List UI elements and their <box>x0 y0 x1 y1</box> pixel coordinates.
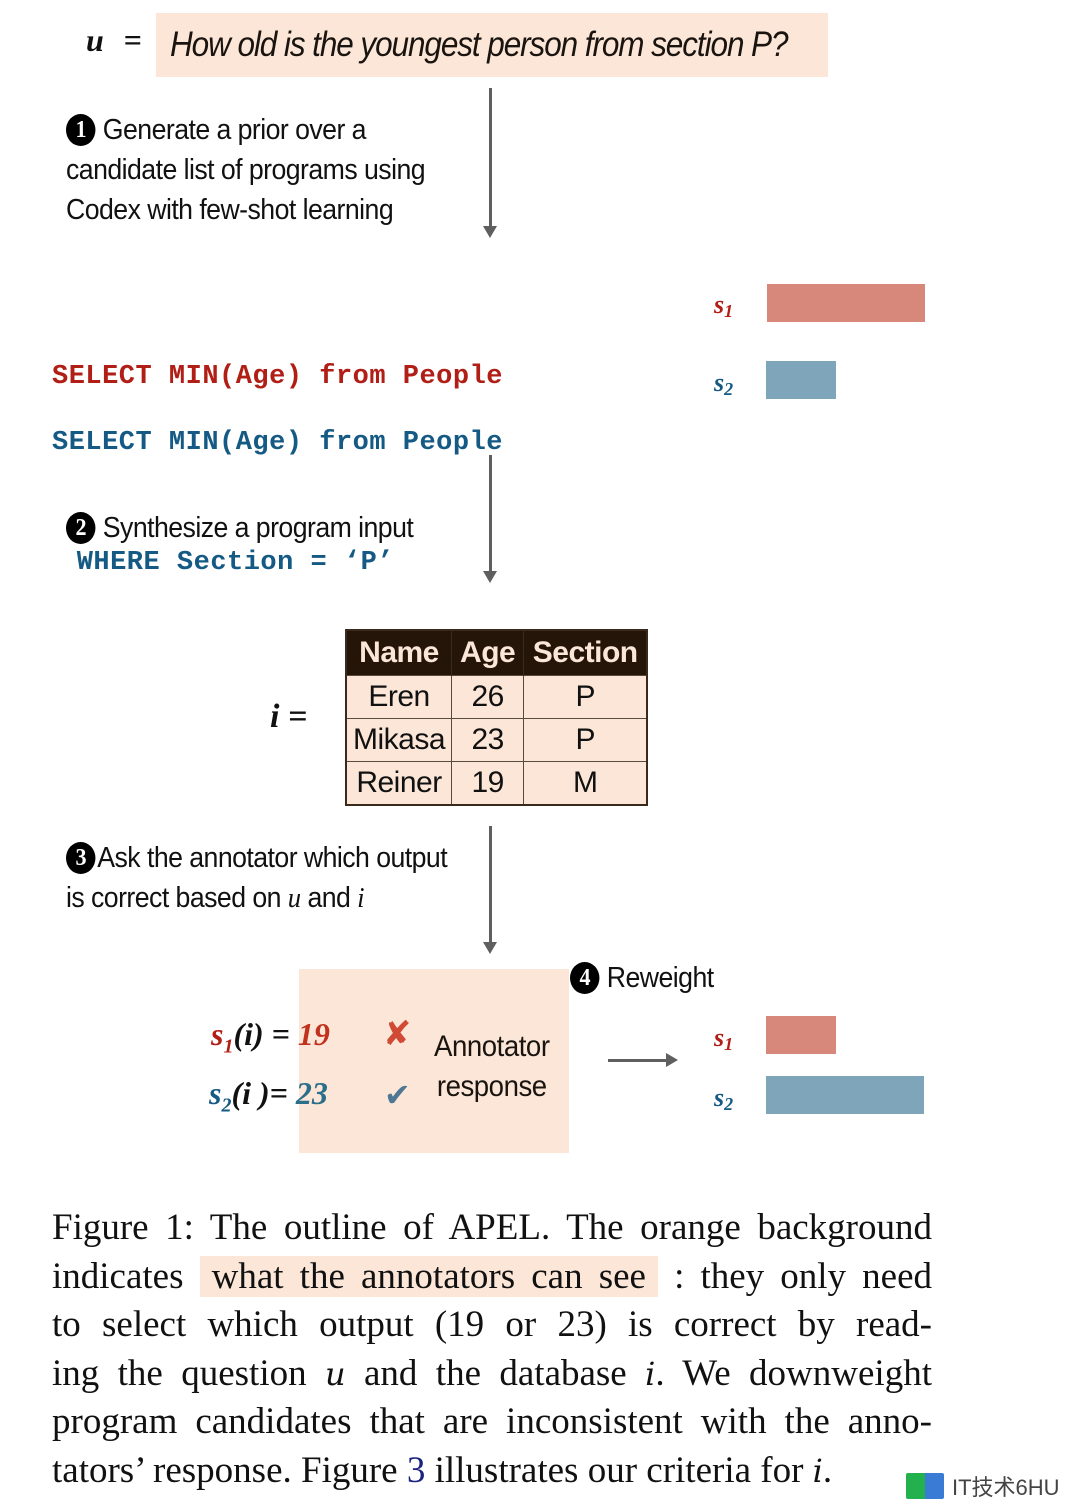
flow-arrow-2 <box>483 455 497 583</box>
caption-line-4: ing the question u and the database i. W… <box>52 1352 932 1394</box>
step-4-number-icon: 4 <box>570 962 600 994</box>
table-row: Mikasa 23 P <box>345 718 648 762</box>
input-var-i: i = <box>270 698 308 735</box>
step-2-line-1: Synthesize a program input <box>102 512 414 544</box>
cross-icon: ✘ <box>383 1014 412 1054</box>
var-i: i <box>357 882 365 914</box>
caption-line-1: Figure 1: The outline of APEL. The orang… <box>52 1207 932 1248</box>
step-4-label: Reweight <box>606 962 714 994</box>
posterior-label-s2: s2 <box>714 1083 734 1114</box>
watermark-logo-icon <box>906 1473 944 1499</box>
step-1-line-1: Generate a prior over a <box>102 114 367 146</box>
figure-caption: Figure 1: The outline of APEL. The orang… <box>52 1204 932 1495</box>
step-1-number-icon: 1 <box>66 114 96 146</box>
table-cell: Mikasa <box>345 718 453 762</box>
question-var-u: u = <box>86 22 142 59</box>
output-s2-value: 23 <box>295 1075 328 1111</box>
input-table: Name Age Section Eren 26 P Mikasa 23 P R… <box>345 629 649 806</box>
step-1-line-3: Codex with few-shot learning <box>66 194 394 226</box>
step-1: 1 Generate a prior over a candidate list … <box>66 110 489 230</box>
step-3-line-1: Ask the annotator which output <box>97 842 448 874</box>
flow-arrow-1 <box>483 88 497 238</box>
caption-line-5: program candidates that are inconsistent… <box>52 1401 932 1442</box>
table-cell: 19 <box>451 761 525 806</box>
caption-line-2: indicates what the annotators can see : … <box>52 1255 933 1297</box>
table-cell: 26 <box>451 675 525 719</box>
posterior-label-s1: s1 <box>714 1023 734 1054</box>
program-s2-line-2: WHERE Section = ‘P’ <box>60 548 395 578</box>
table-header-row: Name Age Section <box>345 630 648 676</box>
annotator-response-label: Annotator response <box>434 1030 550 1103</box>
column-header: Name <box>345 630 452 676</box>
equals-sign: = <box>123 22 143 58</box>
prior-label-s1: s1 <box>714 290 734 321</box>
step-2: 2 Synthesize a program input <box>66 508 489 548</box>
question-text: How old is the youngest person from sect… <box>170 25 789 64</box>
table-cell: P <box>523 718 648 762</box>
caption-line-6: tators’ response. Figure 3 illustrates o… <box>52 1449 833 1491</box>
prior-label-s2: s2 <box>714 368 734 399</box>
caption-line-3: to select which output (19 or 23) is cor… <box>52 1304 932 1345</box>
output-s1-value: 19 <box>297 1016 330 1052</box>
var-u: u <box>86 22 104 58</box>
table-cell: Eren <box>345 675 453 719</box>
step-3-line-2: is correct based on u and i <box>66 882 365 914</box>
step-2-number-icon: 2 <box>66 512 96 544</box>
watermark: IT技术6HU <box>906 1470 1060 1502</box>
step-3-number-icon: 3 <box>66 842 96 874</box>
prior-bar-s1 <box>767 284 925 322</box>
output-s2: s2(i )= 23 <box>209 1075 328 1117</box>
table-cell: M <box>523 761 648 806</box>
question-box: How old is the youngest person from sect… <box>156 13 828 77</box>
input-table-wrapper: Name Age Section Eren 26 P Mikasa 23 P R… <box>345 629 649 806</box>
program-s2: SELECT MIN(Age) from People WHERE Sectio… <box>52 343 503 623</box>
output-s1: s1(i) = 19 <box>211 1016 330 1058</box>
posterior-bar-s1 <box>766 1016 836 1054</box>
table-row: Reiner 19 M <box>345 761 648 806</box>
table-cell: P <box>523 675 648 719</box>
prior-bar-s2 <box>766 361 836 399</box>
caption-highlight: what the annotators can see <box>199 1255 658 1297</box>
check-icon: ✔ <box>384 1076 411 1114</box>
table-cell: Reiner <box>345 761 453 806</box>
table-cell: 23 <box>451 718 525 762</box>
flow-arrow-3 <box>483 826 497 954</box>
reweight-arrow <box>608 1053 678 1067</box>
figure-ref-link[interactable]: 3 <box>407 1450 426 1491</box>
program-s2-line-1: SELECT MIN(Age) from People <box>52 428 503 458</box>
step-1-line-2: candidate list of programs using <box>66 154 426 186</box>
column-header: Age <box>451 630 524 676</box>
posterior-bar-s2 <box>766 1076 924 1114</box>
var-u: u <box>287 882 301 914</box>
step-3: 3 Ask the annotator which output is corre… <box>66 838 489 918</box>
step-4: 4 Reweight <box>570 958 714 998</box>
column-header: Section <box>523 630 648 676</box>
table-row: Eren 26 P <box>345 675 648 719</box>
